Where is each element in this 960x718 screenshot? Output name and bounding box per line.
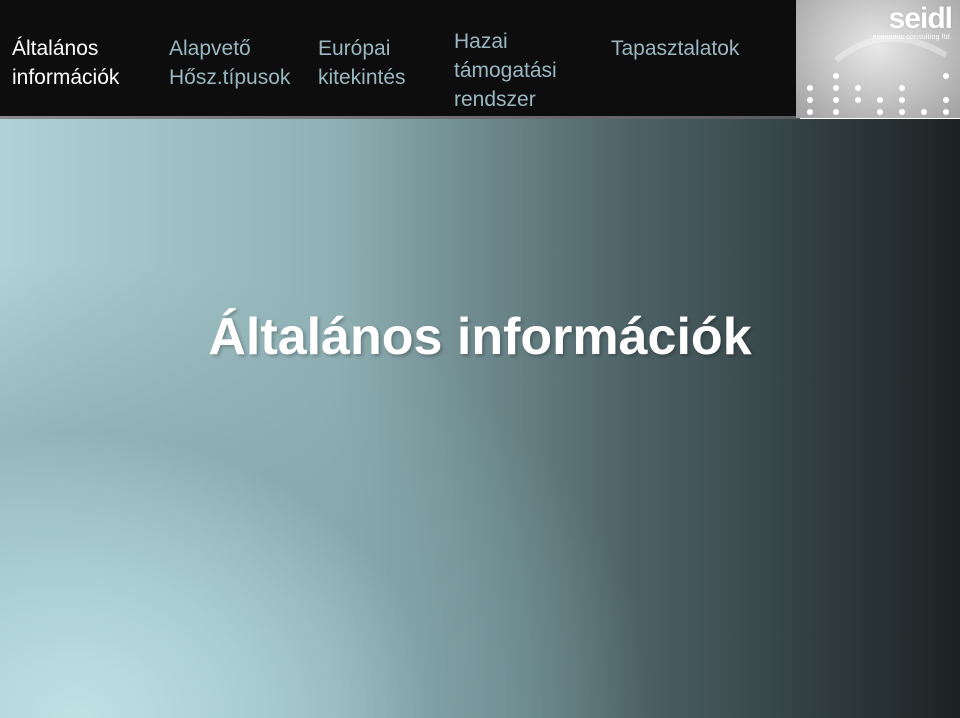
- nav-item-hazai-tamogatasi-rendszer[interactable]: Hazai támogatási rendszer: [454, 27, 557, 114]
- nav-item-label-line: Európai: [318, 37, 391, 60]
- top-navigation-bar: Általános információk Alapvető Hősz.típu…: [0, 0, 960, 119]
- nav-item-label-line: Alapvető: [169, 37, 251, 60]
- nav-item-label-line: információk: [12, 66, 120, 89]
- nav-item-label-line: Hazai: [454, 30, 508, 53]
- slide-content-area: Általános információk: [0, 119, 960, 718]
- nav-item-label-line: Tapasztalatok: [611, 37, 740, 60]
- nav-item-label-line: kitekintés: [318, 66, 406, 89]
- logo-tagline: economic consulting ltd.: [872, 34, 952, 41]
- nav-item-label-line: Általános: [12, 37, 99, 60]
- logo-wordmark: seidl: [888, 2, 953, 35]
- seidl-logo: seidl economic consulting ltd.: [796, 0, 960, 118]
- nav-item-tapasztalatok[interactable]: Tapasztalatok: [611, 34, 739, 63]
- nav-item-label-line: támogatási: [454, 59, 557, 82]
- nav-item-label-line: Hősz.típusok: [169, 66, 291, 89]
- nav-item-alapveto-hosz-tipusok[interactable]: Alapvető Hősz.típusok: [169, 34, 290, 92]
- nav-item-altalanos-informaciok[interactable]: Általános információk: [12, 34, 119, 92]
- slide: Általános információk Alapvető Hősz.típu…: [0, 0, 960, 718]
- nav-item-label-line: rendszer: [454, 88, 536, 111]
- slide-title: Általános információk: [208, 308, 752, 366]
- nav-item-europai-kitekintes[interactable]: Európai kitekintés: [318, 34, 406, 92]
